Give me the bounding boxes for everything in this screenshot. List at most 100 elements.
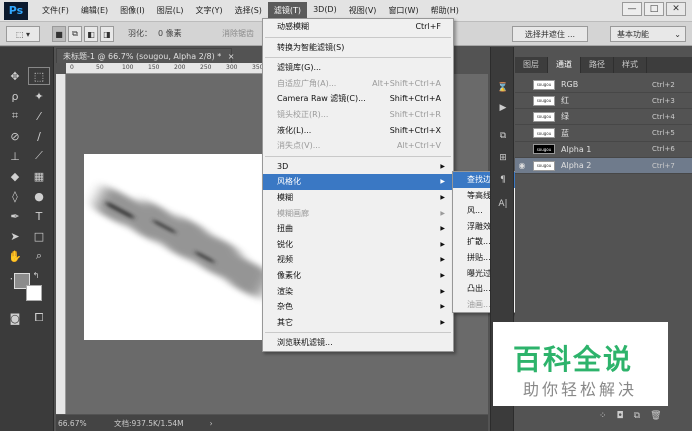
new-selection-button[interactable]: ■ — [52, 26, 66, 42]
background-color-swatch[interactable] — [26, 285, 42, 301]
filter_menu-item[interactable]: 3D ▶ — [263, 159, 453, 175]
filter_menu-item[interactable]: 动感模糊 Ctrl+F — [263, 19, 453, 35]
status-expand-icon[interactable]: › — [210, 419, 213, 428]
properties-panel-icon[interactable]: ⧉ — [495, 129, 511, 143]
menu-item-9[interactable]: 窗口(W) — [382, 2, 424, 19]
menu-separator — [265, 36, 451, 38]
history-brush-tool-icon[interactable]: ⟋ — [28, 147, 50, 165]
document-canvas[interactable] — [84, 154, 270, 340]
menu-item-0[interactable]: 文件(F) — [36, 2, 75, 19]
paragraph-panel-icon[interactable]: ¶ — [495, 173, 511, 187]
add-selection-button[interactable]: ⧉ — [68, 26, 82, 42]
load-selection-icon[interactable]: ⁘ — [599, 411, 607, 421]
ruler-mark: 250 — [200, 64, 212, 71]
filter_menu-item[interactable]: 扭曲 ▶ — [263, 221, 453, 237]
panel-tab[interactable]: 样式 — [614, 57, 647, 73]
intersect-selection-button[interactable]: ◨ — [100, 26, 114, 42]
actions-panel-icon[interactable]: ▶ — [495, 101, 511, 115]
menu-item-1[interactable]: 编辑(E) — [75, 2, 114, 19]
crop-tool-icon[interactable]: ⌗ — [4, 107, 26, 125]
magic-wand-tool-icon[interactable]: ✦ — [28, 87, 50, 105]
filter_menu-item[interactable]: 液化(L)... Shift+Ctrl+X — [263, 123, 453, 139]
channel-row[interactable]: sougou 绿 Ctrl+4 — [515, 109, 692, 126]
type-tool-icon[interactable]: T — [28, 207, 50, 225]
eraser-tool-icon[interactable]: ◆ — [4, 167, 26, 185]
menu-item-4[interactable]: 文字(Y) — [189, 2, 228, 19]
filter_menu-item[interactable]: 渲染 ▶ — [263, 284, 453, 300]
select-and-mask-button[interactable]: 选择并遮住 ... — [512, 26, 588, 42]
marquee-preset-button[interactable]: ⬚ ▾ — [6, 26, 40, 42]
menu-item-8[interactable]: 视图(V) — [343, 2, 383, 19]
channel-row[interactable]: sougou RGB Ctrl+2 — [515, 77, 692, 93]
delete-channel-icon[interactable]: 🗑 — [650, 411, 661, 421]
character-panel-icon[interactable]: A| — [495, 197, 511, 211]
horizontal-ruler: 0 50 100 150 200 250 300 350 — [66, 63, 263, 74]
filter_menu-item[interactable]: 模糊 ▶ — [263, 190, 453, 206]
channel-row[interactable]: sougou 蓝 Ctrl+5 — [515, 126, 692, 142]
panel-tab[interactable]: 路径 — [581, 57, 614, 73]
visibility-eye-icon[interactable]: ◉ — [515, 161, 529, 170]
channel-row[interactable]: sougou 红 Ctrl+3 — [515, 93, 692, 110]
channel-row[interactable]: ◉ sougou Alpha 2 Ctrl+7 — [515, 158, 692, 174]
menu-item-6[interactable]: 滤镜(T) — [267, 2, 308, 19]
swap-colors-icon[interactable]: ↰ — [30, 269, 42, 281]
blur-tool-icon[interactable]: ◊ — [4, 187, 26, 205]
dodge-tool-icon[interactable]: ● — [28, 187, 50, 205]
submenu-arrow-icon: ▶ — [440, 225, 445, 233]
menu-item-3[interactable]: 图层(L) — [151, 2, 190, 19]
submenu-arrow-icon: ▶ — [440, 318, 445, 326]
close-button[interactable]: ✕ — [666, 2, 686, 16]
filter_menu-item-label: 扭曲 — [277, 224, 293, 234]
subtract-selection-button[interactable]: ◧ — [84, 26, 98, 42]
menu-item-2[interactable]: 图像(I) — [114, 2, 151, 19]
new-channel-icon[interactable]: ⧉ — [634, 411, 640, 421]
filter_menu-item[interactable]: 其它 ▶ — [263, 315, 453, 331]
close-tab-icon[interactable]: × — [228, 52, 235, 61]
path-selection-tool-icon[interactable]: ➤ — [4, 227, 26, 245]
filter_menu-item[interactable]: Camera Raw 滤镜(C)... Shift+Ctrl+A — [263, 91, 453, 107]
zoom-tool-icon[interactable]: ⌕ — [28, 247, 50, 265]
history-panel-icon[interactable]: ⌛ — [495, 81, 511, 95]
filter_menu-item[interactable]: 视频 ▶ — [263, 252, 453, 268]
channel-row[interactable]: sougou Alpha 1 Ctrl+6 — [515, 142, 692, 158]
info-panel-icon[interactable]: ⊞ — [495, 151, 511, 165]
maximize-button[interactable]: □ — [644, 2, 664, 16]
status-bar: 66.67% 文档:937.5K/1.54M › — [56, 415, 488, 431]
antialias-checkbox[interactable]: 消除锯齿 — [222, 28, 254, 39]
eyedropper-tool-icon[interactable]: ⁄ — [28, 107, 50, 125]
ruler-mark: 300 — [226, 64, 238, 71]
healing-brush-tool-icon[interactable]: ⊘ — [4, 127, 26, 145]
menu-item-7[interactable]: 3D(D) — [307, 2, 343, 19]
hand-tool-icon[interactable]: ✋ — [4, 247, 26, 265]
filter_menu-item[interactable]: 风格化 ▶ — [263, 174, 453, 190]
feather-input[interactable]: 0 像素 — [158, 28, 182, 39]
filter_menu-item[interactable]: 转换为智能滤镜(S) — [263, 40, 453, 56]
filter_menu-item-label: 浏览联机滤镜... — [277, 338, 333, 348]
minimize-button[interactable]: — — [622, 2, 642, 16]
panel-tab[interactable]: 通道 — [548, 57, 581, 73]
filter_menu-item-shortcut: Ctrl+F — [415, 22, 441, 31]
move-tool-icon[interactable]: ✥ — [4, 67, 26, 85]
gradient-tool-icon[interactable]: ▦ — [28, 167, 50, 185]
brush-tool-icon[interactable]: ∕ — [28, 127, 50, 145]
pen-tool-icon[interactable]: ✒ — [4, 207, 26, 225]
panel-tab[interactable]: 图层 — [515, 57, 548, 73]
save-selection-icon[interactable]: ◘ — [617, 411, 624, 421]
screen-mode-icon[interactable]: ⧠ — [28, 309, 50, 327]
filter_menu-item[interactable]: 锐化 ▶ — [263, 237, 453, 253]
rectangle-tool-icon[interactable]: □ — [28, 227, 50, 245]
filter_menu-item[interactable]: 浏览联机滤镜... — [263, 335, 453, 351]
filter_menu-item-label: 液化(L)... — [277, 125, 312, 135]
document-tab[interactable]: 未标题-1 @ 66.7% (sougou, Alpha 2/8) * × — [56, 48, 235, 63]
zoom-level[interactable]: 66.67% — [58, 419, 98, 428]
workspace-select[interactable]: 基本功能 ⌄ — [610, 26, 686, 42]
filter_menu-item[interactable]: 像素化 ▶ — [263, 268, 453, 284]
marquee-tool-icon[interactable]: ⬚ — [28, 67, 50, 85]
quick-mask-icon[interactable]: ◙ — [4, 309, 26, 327]
lasso-tool-icon[interactable]: ρ — [4, 87, 26, 105]
menu-item-10[interactable]: 帮助(H) — [425, 2, 465, 19]
filter_menu-item[interactable]: 滤镜库(G)... — [263, 60, 453, 76]
filter_menu-item[interactable]: 杂色 ▶ — [263, 299, 453, 315]
clone-stamp-tool-icon[interactable]: ⊥ — [4, 147, 26, 165]
menu-item-5[interactable]: 选择(S) — [229, 2, 268, 19]
